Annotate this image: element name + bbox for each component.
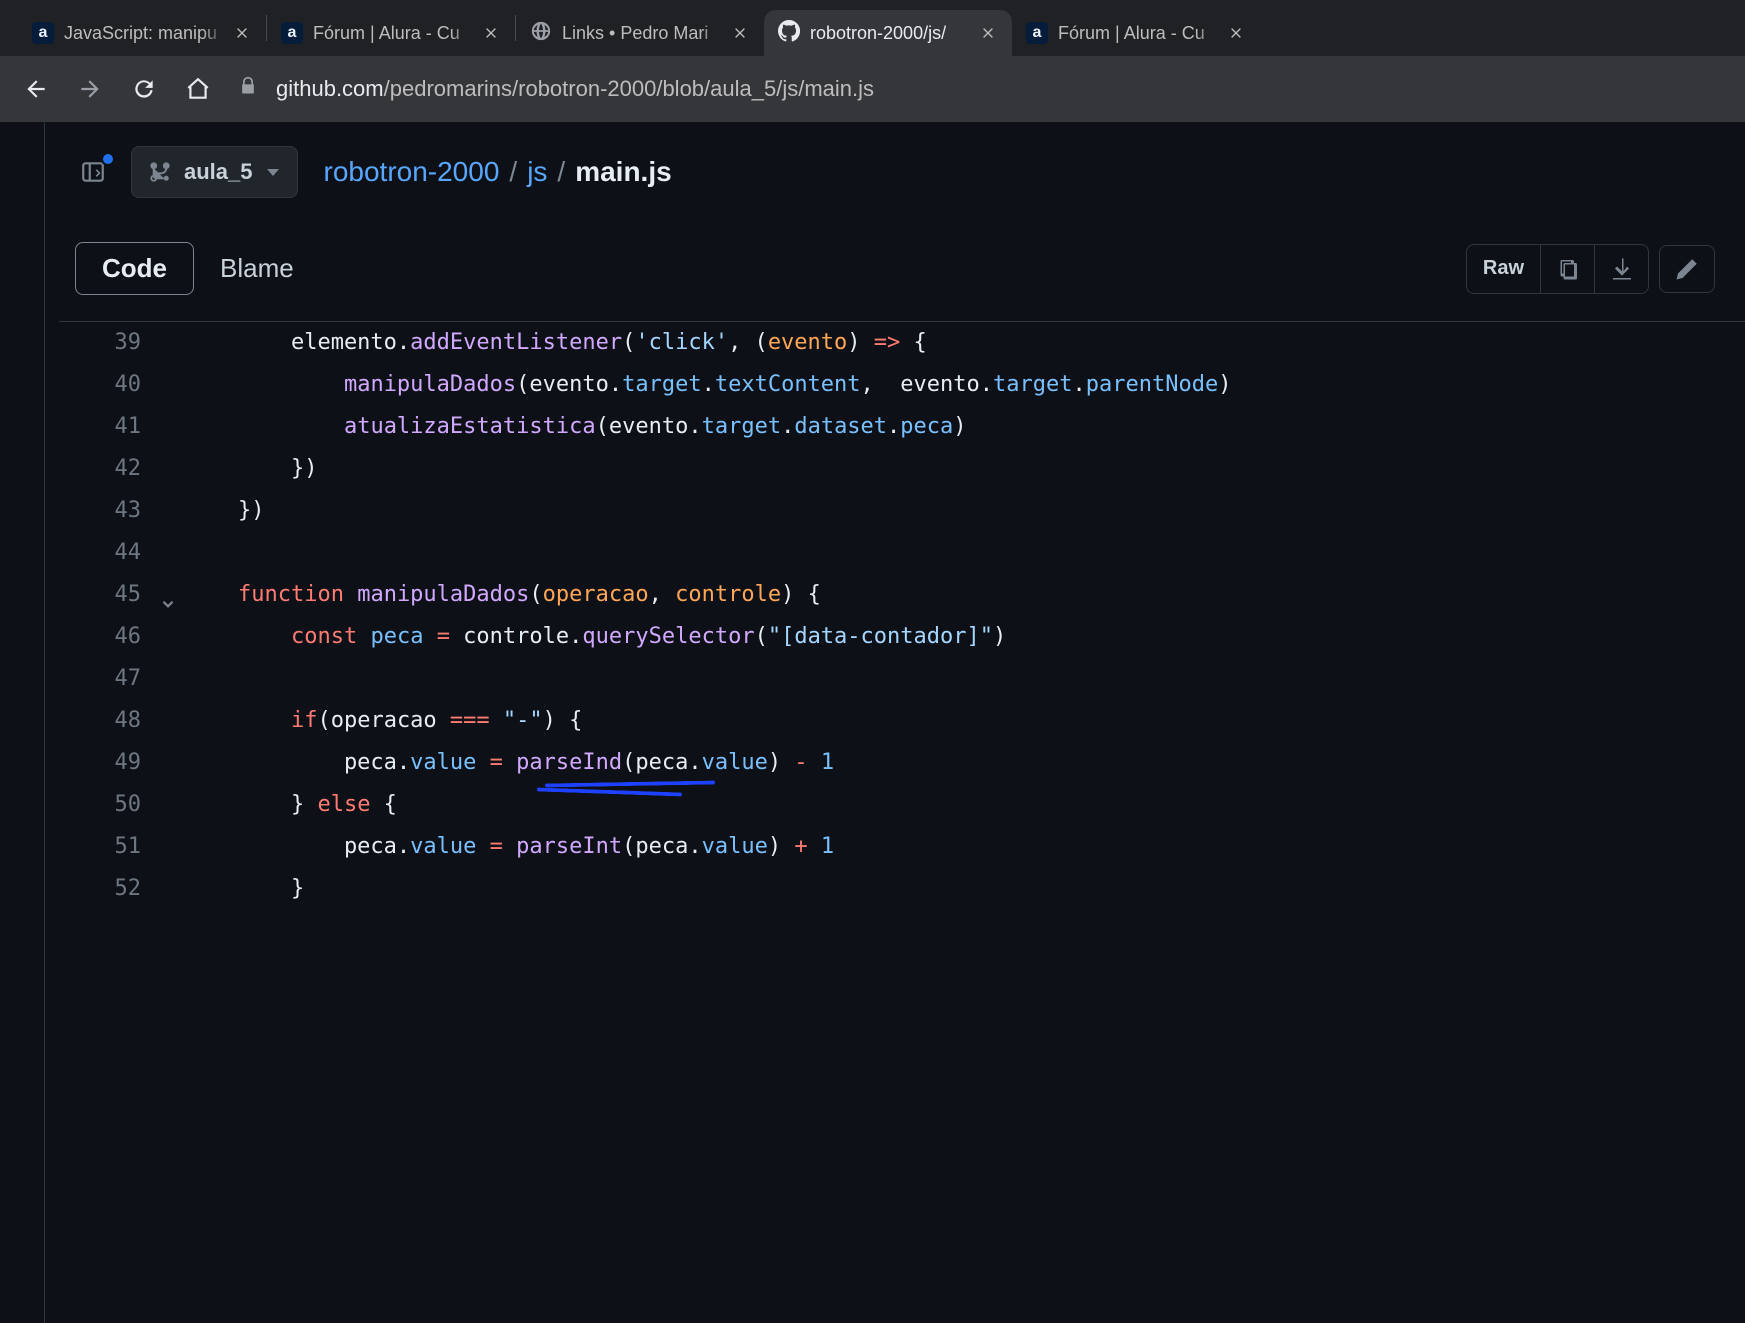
line-number[interactable]: 43 (59, 490, 167, 532)
browser-tab[interactable]: Links • Pedro Mari (516, 10, 764, 56)
close-icon[interactable] (730, 23, 750, 43)
code-line[interactable]: 48 if(operacao === "-") { (59, 700, 1745, 742)
copy-button[interactable] (1540, 245, 1594, 293)
tab-title: Fórum | Alura - Cu (1058, 23, 1220, 44)
tab-code[interactable]: Code (75, 242, 194, 295)
file-toolbar: Code Blame Raw (45, 206, 1745, 303)
raw-button[interactable]: Raw (1467, 245, 1540, 293)
url-box[interactable]: github.com/pedromarins/robotron-2000/blo… (238, 76, 1723, 102)
line-number[interactable]: 41 (59, 406, 167, 448)
close-icon[interactable] (1226, 23, 1246, 43)
browser-tab[interactable]: a JavaScript: manipu (18, 10, 266, 56)
copy-icon (1556, 257, 1580, 281)
code-content[interactable]: manipulaDados(evento.target.textContent,… (167, 364, 1231, 406)
download-button[interactable] (1594, 245, 1648, 293)
branch-name: aula_5 (184, 159, 253, 185)
edit-button[interactable] (1659, 245, 1715, 293)
code-line[interactable]: 39 elemento.addEventListener('click', (e… (59, 322, 1745, 364)
browser-tab[interactable]: robotron-2000/js/ (764, 10, 1012, 56)
line-number[interactable]: 50 (59, 784, 167, 826)
close-icon[interactable] (481, 23, 501, 43)
code-content[interactable]: }) (167, 448, 317, 490)
code-content[interactable]: } else { (167, 784, 397, 826)
file-header: aula_5 robotron-2000 / js / main.js (45, 122, 1745, 206)
crumb-file: main.js (575, 156, 671, 188)
code-content[interactable]: atualizaEstatistica(evento.target.datase… (167, 406, 967, 448)
crumb-repo[interactable]: robotron-2000 (324, 156, 500, 188)
line-number[interactable]: 39 (59, 322, 167, 364)
home-button[interactable] (184, 75, 212, 103)
side-panel-toggle[interactable] (75, 154, 111, 190)
close-icon[interactable] (978, 23, 998, 43)
branch-selector[interactable]: aula_5 (131, 146, 298, 198)
line-number[interactable]: 51 (59, 826, 167, 868)
line-number[interactable]: 49 (59, 742, 167, 784)
download-icon (1610, 257, 1634, 281)
code-line[interactable]: 50 } else { (59, 784, 1745, 826)
tab-title: Links • Pedro Mari (562, 23, 724, 44)
pencil-icon (1675, 257, 1699, 281)
chevron-down-icon (267, 169, 279, 176)
code-line[interactable]: 44 (59, 532, 1745, 574)
code-line[interactable]: 46 const peca = controle.querySelector("… (59, 616, 1745, 658)
code-content[interactable]: const peca = controle.querySelector("[da… (167, 616, 1006, 658)
code-line[interactable]: 43 }) (59, 490, 1745, 532)
reload-button[interactable] (130, 75, 158, 103)
code-line[interactable]: 42 }) (59, 448, 1745, 490)
code-content[interactable]: } (167, 868, 304, 910)
line-number[interactable]: 52 (59, 868, 167, 910)
forward-button[interactable] (76, 75, 104, 103)
alura-favicon: a (281, 22, 303, 44)
alura-favicon: a (1026, 22, 1048, 44)
line-number[interactable]: 42 (59, 448, 167, 490)
code-content[interactable]: if(operacao === "-") { (167, 700, 582, 742)
line-number[interactable]: 47 (59, 658, 167, 700)
code-content[interactable]: peca.value = parseInt(peca.value) + 1 (167, 826, 834, 868)
github-page: aula_5 robotron-2000 / js / main.js Code… (44, 122, 1745, 1323)
tab-title: JavaScript: manipu (64, 23, 226, 44)
code-line[interactable]: 52 } (59, 868, 1745, 910)
code-line[interactable]: 41 atualizaEstatistica(evento.target.dat… (59, 406, 1745, 448)
code-line[interactable]: 47 (59, 658, 1745, 700)
code-line[interactable]: 49 peca.value = parseInd(peca.value) - 1 (59, 742, 1745, 784)
tab-title: robotron-2000/js/ (810, 23, 972, 44)
breadcrumb: robotron-2000 / js / main.js (324, 156, 672, 188)
browser-tab[interactable]: a Fórum | Alura - Cu (1012, 10, 1260, 56)
branch-icon (150, 162, 170, 182)
code-line[interactable]: 51 peca.value = parseInt(peca.value) + 1 (59, 826, 1745, 868)
code-line[interactable]: 40 manipulaDados(evento.target.textConte… (59, 364, 1745, 406)
line-number[interactable]: 45 (59, 574, 167, 616)
crumb-folder[interactable]: js (527, 156, 547, 188)
tool-group: Raw (1466, 244, 1649, 294)
github-favicon (778, 22, 800, 44)
lock-icon (238, 76, 258, 102)
notification-dot (101, 152, 115, 166)
code-view[interactable]: 39 elemento.addEventListener('click', (e… (59, 321, 1745, 910)
line-number[interactable]: 44 (59, 532, 167, 574)
close-icon[interactable] (232, 23, 252, 43)
code-content[interactable]: }) (167, 490, 264, 532)
tab-title: Fórum | Alura - Cu (313, 23, 475, 44)
url-text: github.com/pedromarins/robotron-2000/blo… (276, 76, 874, 102)
line-number[interactable]: 48 (59, 700, 167, 742)
globe-favicon (530, 22, 552, 44)
browser-tab-strip: a JavaScript: manipu a Fórum | Alura - Cu Li… (0, 0, 1745, 56)
code-line[interactable]: 45 function manipulaDados(operacao, cont… (59, 574, 1745, 616)
tab-blame[interactable]: Blame (194, 243, 320, 294)
code-content[interactable]: elemento.addEventListener('click', (even… (167, 322, 927, 364)
line-number[interactable]: 40 (59, 364, 167, 406)
address-bar: github.com/pedromarins/robotron-2000/blo… (0, 56, 1745, 122)
alura-favicon: a (32, 22, 54, 44)
code-content[interactable]: function manipulaDados(operacao, control… (167, 574, 821, 616)
code-content[interactable]: peca.value = parseInd(peca.value) - 1 (167, 742, 834, 784)
line-number[interactable]: 46 (59, 616, 167, 658)
back-button[interactable] (22, 75, 50, 103)
browser-tab[interactable]: a Fórum | Alura - Cu (267, 10, 515, 56)
